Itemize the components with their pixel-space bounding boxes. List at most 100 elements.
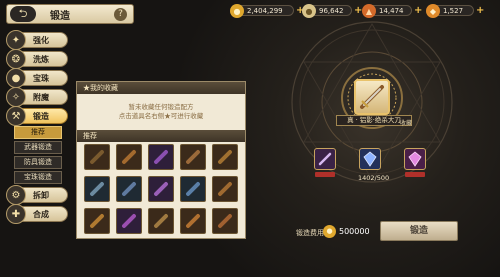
sword-icon (89, 149, 105, 165)
axe-icon (217, 149, 233, 165)
great-sword-icon (360, 85, 384, 109)
sidebar-item-synthesis[interactable]: ✚ 合成 (6, 204, 68, 224)
add-crystal-button[interactable]: + (476, 5, 486, 16)
help-button[interactable]: ? (114, 8, 127, 21)
recipe-item[interactable] (148, 208, 174, 234)
recipe-item[interactable] (116, 176, 142, 202)
bow-icon (121, 149, 137, 165)
recipe-item[interactable] (212, 208, 238, 234)
currency-gold-value: 2,404,299 (247, 6, 283, 15)
enchant-icon: ✧ (6, 87, 26, 107)
material-slot-3[interactable] (404, 148, 426, 170)
currency-ore: ▲ 14,474 + (362, 4, 424, 18)
crystal-material-icon (363, 151, 377, 167)
sub-item-recommend[interactable]: 推荐 (14, 126, 62, 139)
enhance-icon: ✦ (6, 30, 26, 50)
bow-icon (185, 213, 201, 229)
selected-item-slot[interactable] (354, 79, 390, 115)
material-3-tag (405, 172, 425, 177)
favorite-toggle[interactable]: 收藏 (400, 118, 412, 127)
material-slot-2[interactable] (359, 148, 381, 170)
sub-item-orb-forge[interactable]: 宝珠锻造 (14, 171, 62, 184)
back-arrow-icon: ⮌ (18, 6, 28, 20)
currency-gold: ● 2,404,299 + (230, 4, 306, 18)
sidebar: ✦ 强化 ❂ 洗炼 ● 宝珠 ✧ 附魔 ⚒ 锻造 推荐 武器锻造 防具锻造 宝珠… (6, 30, 68, 225)
currency-silver: ● 96,642 + (302, 4, 364, 18)
sidebar-item-label: 强化 (33, 34, 49, 45)
forge-button[interactable]: 锻造 (380, 221, 458, 241)
recipe-item[interactable] (116, 144, 142, 170)
favorites-empty: 暂未收藏任何锻造配方 点击道具名右侧★可进行收藏 (77, 94, 245, 130)
sidebar-item-forge[interactable]: ⚒ 锻造 (6, 106, 68, 126)
back-button[interactable]: ⮌ (10, 6, 36, 22)
sidebar-item-label: 宝珠 (33, 72, 49, 83)
gem-material-icon (408, 151, 422, 167)
favorites-empty-line2: 点击道具名右侧★可进行收藏 (118, 112, 204, 120)
recipe-item[interactable] (148, 144, 174, 170)
sub-item-armor-forge[interactable]: 防具锻造 (14, 156, 62, 169)
recipe-item[interactable] (180, 144, 206, 170)
recipe-item[interactable] (212, 176, 238, 202)
synthesis-icon: ✚ (6, 204, 26, 224)
favorites-empty-line1: 暂未收藏任何锻造配方 (128, 103, 194, 111)
sword-icon (121, 213, 137, 229)
sword-icon (89, 213, 105, 229)
forge-icon: ⚒ (6, 106, 26, 126)
recipe-item[interactable] (84, 144, 110, 170)
recipe-item[interactable] (84, 208, 110, 234)
sidebar-item-enchant[interactable]: ✧ 附魔 (6, 87, 68, 107)
sidebar-item-label: 洗炼 (33, 53, 49, 64)
material-2-count: 1402/500 (358, 174, 390, 182)
staff-icon (153, 213, 169, 229)
blade-icon (153, 181, 169, 197)
material-slot-1[interactable] (314, 148, 336, 170)
ore-icon: ▲ (362, 4, 376, 18)
gold-coin-icon: ● (230, 4, 244, 18)
material-1-tag (315, 172, 335, 177)
sidebar-item-label: 拆卸 (33, 189, 49, 200)
currency-silver-value: 96,642 (319, 6, 344, 15)
staff-icon (185, 149, 201, 165)
recommend-header: 推荐 (77, 130, 245, 142)
title-plate: ⮌ 锻造 ? (6, 4, 134, 24)
axe-icon (217, 213, 233, 229)
gauntlet-icon (217, 181, 233, 197)
currency-ore-value: 14,474 (379, 6, 404, 15)
currency-crystal: ◆ 1,527 + (426, 4, 486, 18)
forge-cost-label: 锻造费用 (296, 229, 324, 237)
add-ore-button[interactable]: + (414, 5, 424, 16)
top-bar: ⮌ 锻造 ? ● 2,404,299 + ● 96,642 + ▲ 14,474… (0, 0, 500, 26)
gun-icon (121, 181, 137, 197)
sidebar-item-label: 锻造 (33, 110, 49, 121)
sidebar-item-orb[interactable]: ● 宝珠 (6, 68, 68, 88)
sidebar-item-enhance[interactable]: ✦ 强化 (6, 30, 68, 50)
recipe-item[interactable] (84, 176, 110, 202)
favorite-label: 收藏 (400, 120, 413, 127)
sidebar-item-refine[interactable]: ❂ 洗炼 (6, 49, 68, 69)
staff-icon (153, 149, 169, 165)
crystal-icon: ◆ (426, 4, 440, 18)
recipe-item[interactable] (180, 176, 206, 202)
forge-sub-menu: 推荐 武器锻造 防具锻造 宝珠锻造 (14, 126, 62, 184)
forge-cost-value: 500000 (339, 227, 370, 236)
recipe-grid (77, 142, 245, 236)
page-title: 锻造 (50, 10, 70, 22)
sidebar-item-label: 附魔 (33, 91, 49, 102)
sword-icon (185, 181, 201, 197)
sidebar-item-label: 合成 (33, 208, 49, 219)
favorites-header: ★我的收藏 (77, 82, 245, 94)
recipe-item[interactable] (212, 144, 238, 170)
sword-material-icon (318, 152, 332, 166)
dismantle-icon: ⚙ (6, 185, 26, 205)
spear-icon (89, 181, 105, 197)
recipe-item[interactable] (148, 176, 174, 202)
currency-crystal-value: 1,527 (443, 6, 464, 15)
sidebar-item-dismantle[interactable]: ⚙ 拆卸 (6, 185, 68, 205)
silver-coin-icon: ● (302, 4, 316, 18)
recipe-item[interactable] (116, 208, 142, 234)
gold-coin-icon: ● (323, 225, 336, 238)
sub-item-weapon-forge[interactable]: 武器锻造 (14, 141, 62, 154)
recipe-item[interactable] (180, 208, 206, 234)
recipe-panel: ★我的收藏 暂未收藏任何锻造配方 点击道具名右侧★可进行收藏 推荐 (76, 81, 246, 239)
refine-icon: ❂ (6, 49, 26, 69)
